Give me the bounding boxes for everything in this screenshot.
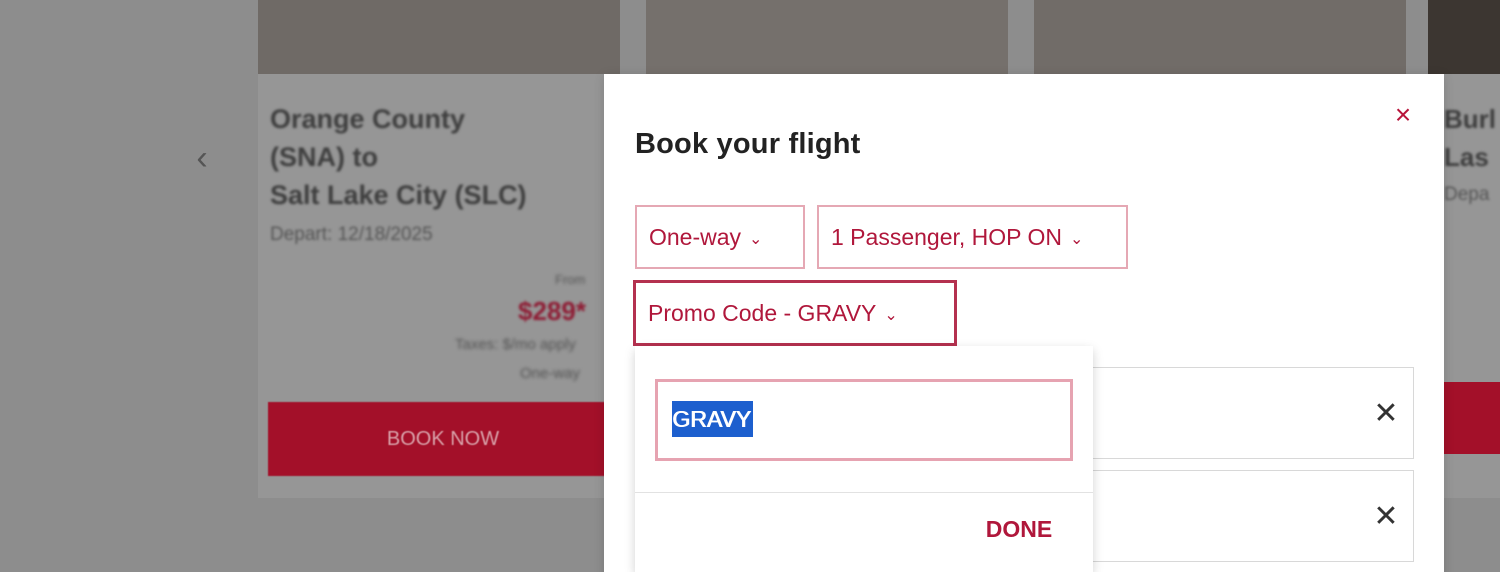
deal-route: Burl Las xyxy=(1444,104,1496,172)
deal-card-image xyxy=(646,0,1008,74)
book-now-button[interactable] xyxy=(1442,382,1500,454)
deal-card-image xyxy=(1034,0,1406,74)
carousel-prev-icon[interactable]: ‹ xyxy=(188,138,216,178)
promo-code-label: Promo Code - GRAVY xyxy=(648,299,877,326)
chevron-down-icon: ⌄ xyxy=(1069,231,1084,248)
deal-card-image xyxy=(1428,0,1500,74)
origin-field[interactable] xyxy=(1092,367,1414,459)
deal-from-label: From xyxy=(555,272,586,287)
deal-trip-type: One-way xyxy=(520,365,581,382)
deal-price: $289* xyxy=(518,296,586,326)
clear-destination-icon[interactable]: ✕ xyxy=(1370,501,1402,533)
promo-code-input[interactable] xyxy=(672,400,1062,438)
trip-type-label: One-way xyxy=(649,223,742,250)
passengers-label: 1 Passenger, HOP ON xyxy=(831,223,1062,250)
done-button[interactable]: DONE xyxy=(972,510,1066,548)
deal-route-line: (SNA) to xyxy=(270,142,378,172)
chevron-down-icon: ⌄ xyxy=(749,231,763,248)
chevron-down-icon: ⌄ xyxy=(884,307,898,324)
passengers-dropdown[interactable]: 1 Passenger, HOP ON ⌄ xyxy=(817,205,1128,269)
trip-type-dropdown[interactable]: One-way ⌄ xyxy=(635,205,805,269)
book-now-button[interactable]: BOOK NOW xyxy=(268,402,618,476)
promo-code-dropdown[interactable]: Promo Code - GRAVY ⌄ xyxy=(633,280,957,346)
destination-field[interactable] xyxy=(1092,470,1414,562)
deal-depart-date: Depart: 12/18/2025 xyxy=(270,224,433,245)
deal-card-image xyxy=(258,0,620,74)
deal-route-line: Orange County xyxy=(270,104,466,134)
modal-title: Book your flight xyxy=(635,128,861,160)
deal-route: Orange County (SNA) to Salt Lake City (S… xyxy=(270,100,610,214)
deal-taxes-note: Taxes: $/mo apply xyxy=(455,336,576,353)
divider xyxy=(635,492,1093,493)
close-icon[interactable]: × xyxy=(1388,100,1418,130)
deal-route-line: Salt Lake City (SLC) xyxy=(270,180,527,210)
deal-depart-date: Depa xyxy=(1444,184,1490,205)
clear-origin-icon[interactable]: ✕ xyxy=(1370,398,1402,430)
